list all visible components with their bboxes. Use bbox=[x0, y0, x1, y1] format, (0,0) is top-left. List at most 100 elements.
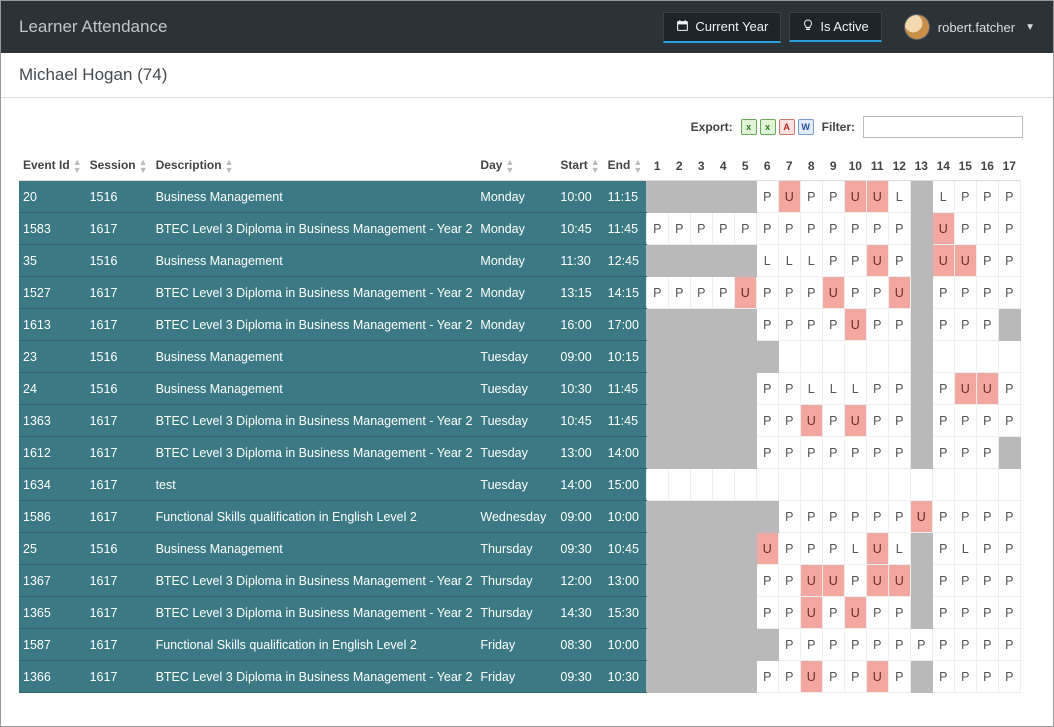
attendance-cell[interactable]: P bbox=[932, 661, 954, 693]
attendance-cell[interactable]: P bbox=[954, 277, 976, 309]
attendance-cell[interactable] bbox=[646, 501, 668, 533]
attendance-cell[interactable] bbox=[690, 437, 712, 469]
attendance-cell[interactable] bbox=[734, 597, 756, 629]
attendance-cell[interactable]: P bbox=[800, 277, 822, 309]
attendance-cell[interactable] bbox=[910, 245, 932, 277]
attendance-cell[interactable]: P bbox=[778, 405, 800, 437]
attendance-cell[interactable] bbox=[734, 629, 756, 661]
attendance-cell[interactable] bbox=[712, 437, 734, 469]
attendance-cell[interactable]: P bbox=[756, 213, 778, 245]
attendance-cell[interactable] bbox=[690, 469, 712, 501]
attendance-cell[interactable] bbox=[668, 405, 690, 437]
attendance-cell[interactable]: U bbox=[888, 277, 910, 309]
attendance-cell[interactable] bbox=[690, 661, 712, 693]
attendance-cell[interactable] bbox=[646, 469, 668, 501]
attendance-cell[interactable]: P bbox=[976, 277, 998, 309]
attendance-cell[interactable]: U bbox=[800, 405, 822, 437]
col-week[interactable]: 9 bbox=[822, 152, 844, 181]
attendance-cell[interactable]: P bbox=[822, 309, 844, 341]
col-start[interactable]: Start bbox=[556, 152, 603, 181]
attendance-cell[interactable] bbox=[668, 597, 690, 629]
attendance-cell[interactable] bbox=[646, 373, 668, 405]
attendance-cell[interactable]: P bbox=[998, 245, 1020, 277]
attendance-cell[interactable]: P bbox=[998, 181, 1020, 213]
attendance-cell[interactable]: P bbox=[844, 277, 866, 309]
attendance-cell[interactable]: U bbox=[866, 533, 888, 565]
attendance-cell[interactable]: U bbox=[844, 181, 866, 213]
attendance-cell[interactable]: P bbox=[954, 213, 976, 245]
attendance-cell[interactable] bbox=[690, 181, 712, 213]
col-week[interactable]: 11 bbox=[866, 152, 888, 181]
attendance-cell[interactable]: L bbox=[756, 245, 778, 277]
attendance-cell[interactable] bbox=[668, 533, 690, 565]
attendance-cell[interactable]: P bbox=[866, 405, 888, 437]
attendance-cell[interactable]: P bbox=[844, 437, 866, 469]
attendance-cell[interactable]: L bbox=[844, 373, 866, 405]
attendance-cell[interactable]: U bbox=[822, 277, 844, 309]
attendance-cell[interactable] bbox=[668, 309, 690, 341]
content-scroll[interactable]: Export: x x A W Filter: Event Id Session… bbox=[1, 98, 1053, 726]
attendance-cell[interactable]: P bbox=[866, 277, 888, 309]
attendance-cell[interactable]: P bbox=[998, 501, 1020, 533]
attendance-cell[interactable]: P bbox=[976, 181, 998, 213]
col-week[interactable]: 14 bbox=[932, 152, 954, 181]
attendance-cell[interactable]: P bbox=[932, 629, 954, 661]
attendance-cell[interactable]: P bbox=[976, 213, 998, 245]
attendance-cell[interactable]: P bbox=[954, 405, 976, 437]
attendance-cell[interactable]: P bbox=[954, 597, 976, 629]
attendance-cell[interactable]: P bbox=[932, 405, 954, 437]
col-session[interactable]: Session bbox=[86, 152, 152, 181]
attendance-cell[interactable]: P bbox=[998, 405, 1020, 437]
attendance-cell[interactable] bbox=[712, 469, 734, 501]
attendance-cell[interactable]: P bbox=[954, 661, 976, 693]
attendance-cell[interactable]: U bbox=[932, 213, 954, 245]
attendance-cell[interactable]: P bbox=[888, 245, 910, 277]
col-week[interactable]: 2 bbox=[668, 152, 690, 181]
export-doc-icon[interactable]: W bbox=[798, 119, 814, 135]
attendance-cell[interactable]: P bbox=[998, 565, 1020, 597]
attendance-cell[interactable]: P bbox=[822, 181, 844, 213]
attendance-cell[interactable]: U bbox=[800, 661, 822, 693]
user-menu[interactable]: robert.fatcher ▼ bbox=[904, 14, 1035, 40]
attendance-cell[interactable]: U bbox=[822, 565, 844, 597]
attendance-cell[interactable]: P bbox=[778, 629, 800, 661]
attendance-cell[interactable] bbox=[910, 181, 932, 213]
current-year-button[interactable]: Current Year bbox=[663, 12, 781, 43]
attendance-cell[interactable] bbox=[690, 341, 712, 373]
attendance-cell[interactable]: U bbox=[910, 501, 932, 533]
col-day[interactable]: Day bbox=[476, 152, 556, 181]
attendance-cell[interactable] bbox=[646, 309, 668, 341]
attendance-cell[interactable]: P bbox=[998, 373, 1020, 405]
export-xls-icon[interactable]: x bbox=[760, 119, 776, 135]
attendance-cell[interactable] bbox=[734, 245, 756, 277]
attendance-cell[interactable] bbox=[668, 181, 690, 213]
attendance-cell[interactable]: P bbox=[712, 213, 734, 245]
attendance-cell[interactable]: P bbox=[778, 437, 800, 469]
attendance-cell[interactable]: P bbox=[822, 533, 844, 565]
attendance-cell[interactable]: P bbox=[800, 629, 822, 661]
attendance-cell[interactable]: P bbox=[778, 661, 800, 693]
attendance-cell[interactable]: P bbox=[998, 597, 1020, 629]
attendance-cell[interactable] bbox=[646, 245, 668, 277]
attendance-cell[interactable]: U bbox=[954, 245, 976, 277]
attendance-cell[interactable] bbox=[910, 533, 932, 565]
attendance-cell[interactable] bbox=[690, 501, 712, 533]
attendance-cell[interactable]: P bbox=[866, 437, 888, 469]
attendance-cell[interactable]: P bbox=[998, 213, 1020, 245]
attendance-cell[interactable]: P bbox=[998, 661, 1020, 693]
col-week[interactable]: 6 bbox=[756, 152, 778, 181]
attendance-cell[interactable]: P bbox=[866, 373, 888, 405]
attendance-cell[interactable] bbox=[910, 213, 932, 245]
attendance-cell[interactable] bbox=[712, 501, 734, 533]
attendance-cell[interactable] bbox=[844, 469, 866, 501]
attendance-cell[interactable]: P bbox=[888, 661, 910, 693]
attendance-cell[interactable] bbox=[712, 245, 734, 277]
attendance-cell[interactable]: P bbox=[756, 373, 778, 405]
attendance-cell[interactable]: P bbox=[866, 629, 888, 661]
attendance-cell[interactable] bbox=[734, 373, 756, 405]
attendance-cell[interactable]: P bbox=[756, 405, 778, 437]
attendance-cell[interactable] bbox=[756, 341, 778, 373]
attendance-cell[interactable] bbox=[690, 533, 712, 565]
attendance-cell[interactable] bbox=[712, 629, 734, 661]
attendance-cell[interactable]: P bbox=[998, 277, 1020, 309]
